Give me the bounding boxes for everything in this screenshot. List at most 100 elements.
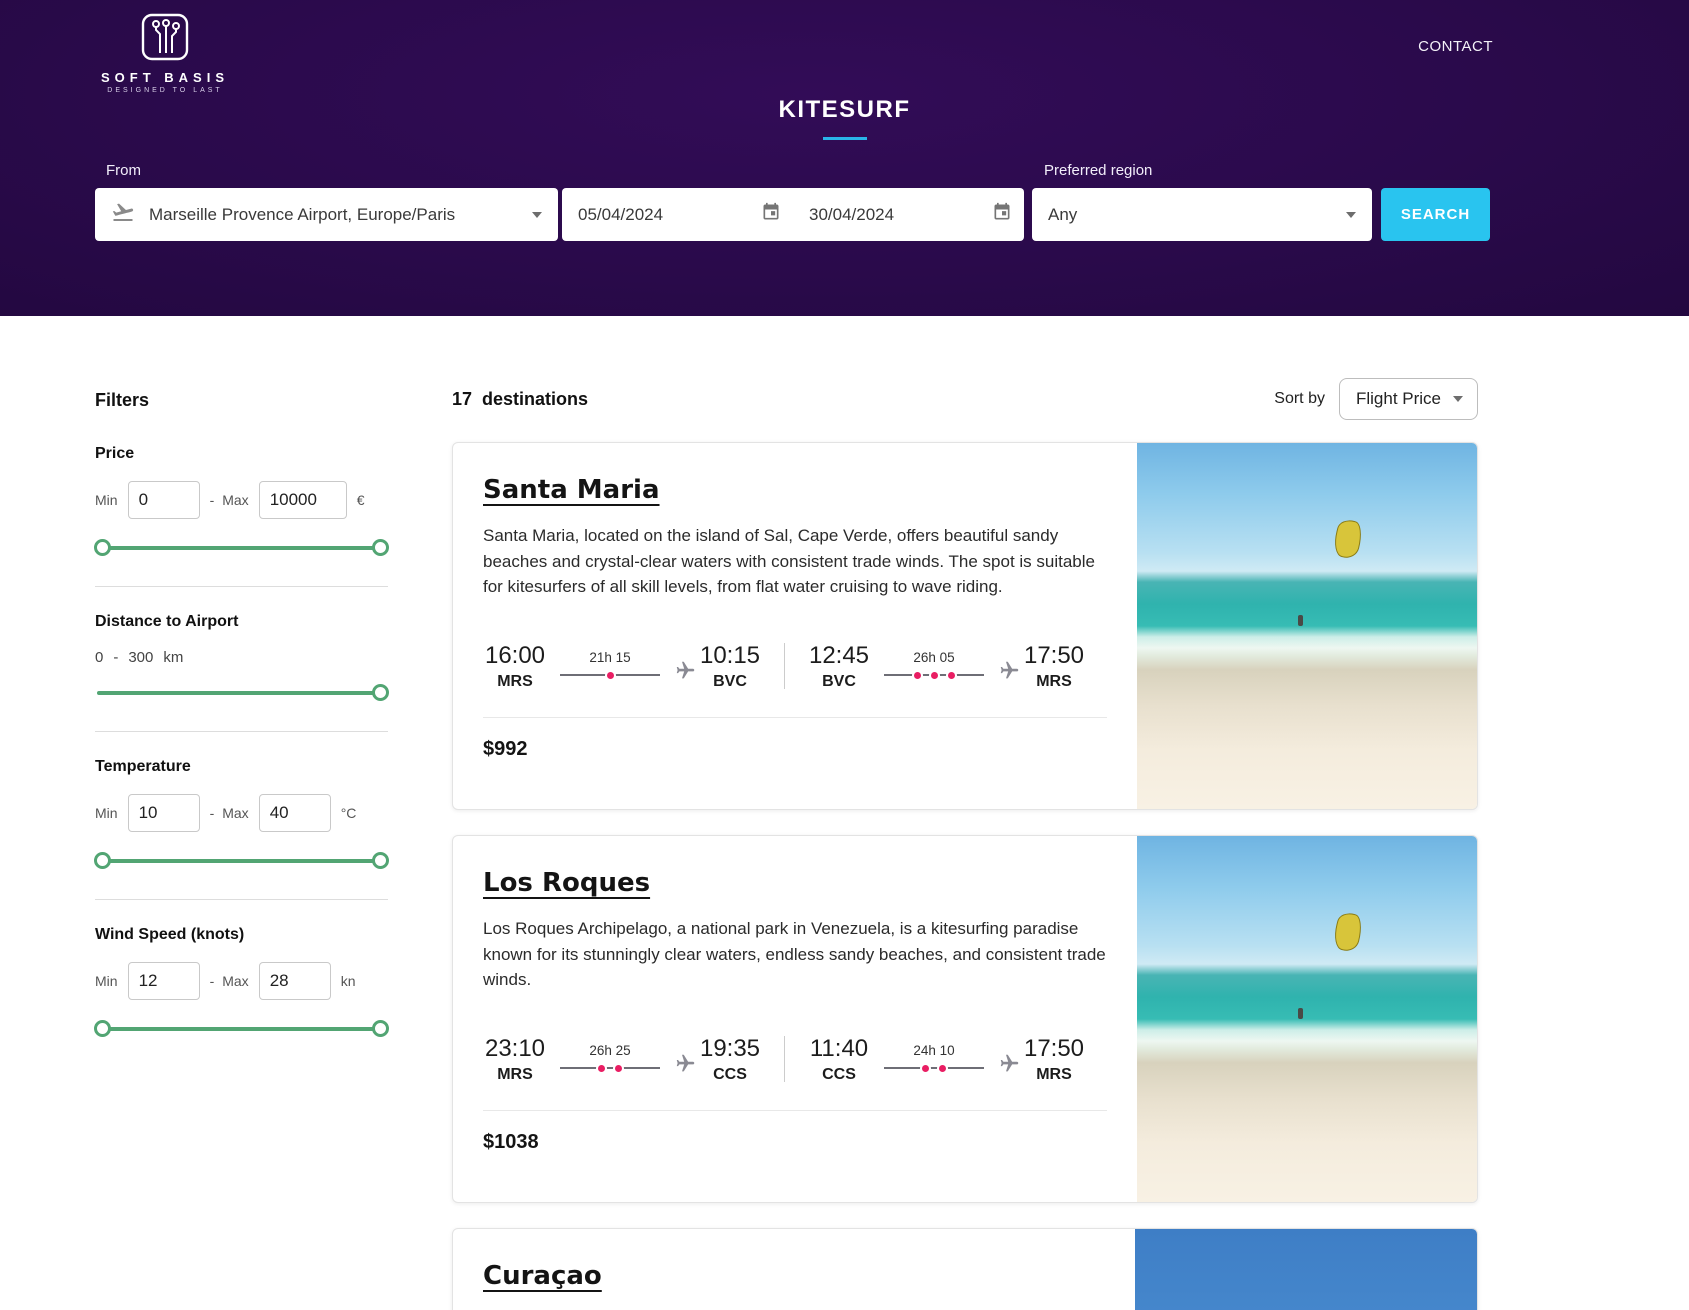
- distance-unit: km: [163, 649, 183, 666]
- start-date-input[interactable]: 05/04/2024: [562, 188, 793, 241]
- chevron-down-icon: [532, 212, 542, 218]
- dash: -: [113, 649, 118, 666]
- flight-line: [884, 668, 984, 682]
- distance-slider-handle[interactable]: [372, 684, 389, 701]
- temperature-min-input[interactable]: [128, 794, 200, 832]
- wind-slider-min-handle[interactable]: [94, 1020, 111, 1037]
- wind-max-input[interactable]: [259, 962, 331, 1000]
- destination-card[interactable]: Santa Maria Santa Maria, located on the …: [452, 442, 1478, 810]
- temperature-max-input[interactable]: [259, 794, 331, 832]
- stop-dot: [598, 1065, 605, 1072]
- flight-itinerary: 16:00 MRS 21h 15 10:15 BVC: [483, 642, 1107, 691]
- temperature-slider-min-handle[interactable]: [94, 852, 111, 869]
- destination-description: Santa Maria, located on the island of Sa…: [483, 523, 1107, 600]
- filters-sidebar: Filters Price Min - Max € Distance to Ai…: [95, 376, 388, 1310]
- destination-price: $1038: [483, 1131, 1107, 1154]
- stop-dot: [939, 1065, 946, 1072]
- distance-slider[interactable]: [97, 684, 386, 701]
- stop-dot: [615, 1065, 622, 1072]
- price-min-label: Min: [95, 492, 118, 508]
- filter-distance: Distance to Airport 0 - 300 km: [95, 613, 388, 701]
- flight-duration: 21h 15: [560, 650, 660, 665]
- departure-airport: BVC: [807, 673, 871, 691]
- segment-divider: [784, 1036, 785, 1082]
- wind-slider[interactable]: [97, 1020, 386, 1037]
- arrival-time: 17:50: [1022, 1035, 1086, 1063]
- price-slider[interactable]: [97, 539, 386, 556]
- price-max-input[interactable]: [259, 481, 347, 519]
- destination-card[interactable]: Los Roques Los Roques Archipelago, a nat…: [452, 835, 1478, 1203]
- price-slider-min-handle[interactable]: [94, 539, 111, 556]
- outbound-segment: 23:10 MRS 26h 25 19:35 CCS: [483, 1035, 762, 1084]
- flight-takeoff-icon: [111, 200, 135, 229]
- filter-wind: Wind Speed (knots) Min - Max kn: [95, 926, 388, 1037]
- filter-price: Price Min - Max €: [95, 445, 388, 556]
- page-title: KITESURF: [0, 96, 1689, 124]
- flight-itinerary: 23:10 MRS 26h 25 19:35 CCS: [483, 1035, 1107, 1084]
- filters-title: Filters: [95, 390, 388, 411]
- plane-icon: [675, 660, 696, 681]
- calendar-icon[interactable]: [761, 202, 781, 227]
- wind-max-label: Max: [222, 973, 248, 989]
- dash: -: [210, 492, 215, 508]
- wind-min-label: Min: [95, 973, 118, 989]
- destination-title[interactable]: Santa Maria: [483, 475, 660, 505]
- destination-title[interactable]: Los Roques: [483, 868, 650, 898]
- contact-link[interactable]: CONTACT: [1418, 38, 1493, 55]
- wind-min-input[interactable]: [128, 962, 200, 1000]
- departure-time: 16:00: [483, 642, 547, 670]
- arrival-airport: MRS: [1022, 1066, 1086, 1084]
- dash: -: [210, 973, 215, 989]
- end-date-input[interactable]: 30/04/2024: [793, 188, 1024, 241]
- temperature-slider-max-handle[interactable]: [372, 852, 389, 869]
- arrival-time: 17:50: [1022, 642, 1086, 670]
- stop-dot: [931, 672, 938, 679]
- chevron-down-icon: [1346, 212, 1356, 218]
- calendar-icon[interactable]: [992, 202, 1012, 227]
- distance-max: 300: [128, 649, 153, 666]
- return-segment: 12:45 BVC 26h 05 17:50 MRS: [807, 642, 1086, 691]
- divider: [95, 586, 388, 587]
- search-button[interactable]: SEARCH: [1381, 188, 1490, 241]
- destination-photo: [1137, 443, 1478, 809]
- arrival-time: 10:15: [698, 642, 762, 670]
- destination-description: Los Roques Archipelago, a national park …: [483, 916, 1107, 993]
- plane-icon: [675, 1053, 696, 1074]
- departure-airport: MRS: [483, 1066, 547, 1084]
- distance-min: 0: [95, 649, 103, 666]
- divider: [95, 731, 388, 732]
- plane-icon: [999, 1053, 1020, 1074]
- arrival-airport: MRS: [1022, 673, 1086, 691]
- stop-dot: [914, 672, 921, 679]
- end-date-value: 30/04/2024: [809, 205, 992, 225]
- dash: -: [210, 805, 215, 821]
- results-area: 17destinations Sort by Flight Price Sant…: [452, 376, 1478, 1310]
- title-underline: [823, 137, 867, 140]
- start-date-value: 05/04/2024: [578, 205, 761, 225]
- departure-time: 12:45: [807, 642, 871, 670]
- from-select[interactable]: Marseille Provence Airport, Europe/Paris: [95, 188, 558, 241]
- wind-slider-max-handle[interactable]: [372, 1020, 389, 1037]
- flight-line: [884, 1061, 984, 1075]
- sort-select[interactable]: Flight Price: [1339, 378, 1478, 420]
- flight-duration: 26h 05: [884, 650, 984, 665]
- date-range-field: 05/04/2024 30/04/2024: [562, 188, 1024, 241]
- region-label: Preferred region: [1032, 162, 1152, 179]
- arrival-time: 19:35: [698, 1035, 762, 1063]
- destination-card[interactable]: Curaçao: [452, 1228, 1478, 1310]
- price-slider-max-handle[interactable]: [372, 539, 389, 556]
- outbound-segment: 16:00 MRS 21h 15 10:15 BVC: [483, 642, 762, 691]
- departure-airport: MRS: [483, 673, 547, 691]
- flight-duration: 24h 10: [884, 1043, 984, 1058]
- results-count-number: 17: [452, 389, 472, 409]
- temperature-unit: °C: [341, 805, 357, 821]
- chevron-down-icon: [1453, 396, 1463, 402]
- price-label: Price: [95, 445, 388, 463]
- results-count: 17destinations: [452, 389, 588, 410]
- destination-price: $992: [483, 738, 1107, 761]
- region-select[interactable]: Any: [1032, 188, 1372, 241]
- price-min-input[interactable]: [128, 481, 200, 519]
- temperature-slider[interactable]: [97, 852, 386, 869]
- price-unit: €: [357, 492, 365, 508]
- destination-title[interactable]: Curaçao: [483, 1261, 602, 1291]
